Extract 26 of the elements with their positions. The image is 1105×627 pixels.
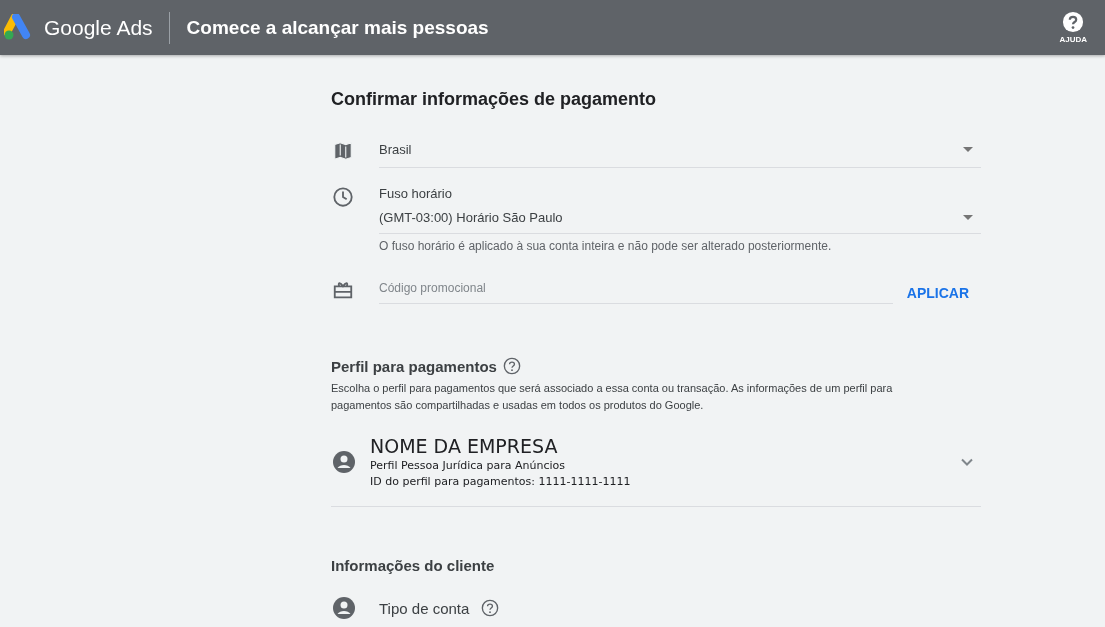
description-text: Escolha o perfil para pagamentos que será associado a essa conta ou transação. As informações de um perfil para pagamentos são compartilhadas e usadas em todos os produtos do Google. [331, 381, 894, 413]
section-title: Informações do cliente [331, 557, 496, 574]
field-label: Tipo de conta [379, 599, 470, 617]
field-label: Fuso horário [379, 186, 453, 201]
promo-code-field[interactable]: Código promocional [379, 276, 893, 304]
section-title: Perfil para pagamentos [331, 357, 497, 375]
map-icon [332, 140, 354, 162]
country-select[interactable]: Brasil [379, 140, 981, 168]
gift-icon [332, 279, 354, 301]
payment-profile-selector[interactable]: NOME DA EMPRESA Perfil Pessoa Jurídica para Anúncios ID do perfil para pagamentos: 1111-1111-1111 [331, 414, 981, 507]
brand-name: Google Ads [44, 15, 153, 40]
help-icon [1062, 11, 1085, 33]
help-button[interactable]: AJUDA [1059, 11, 1101, 44]
company-name: NOME DA EMPRESA [370, 434, 559, 458]
section-title: Confirmar informações de pagamento [331, 89, 658, 110]
clock-icon [332, 186, 354, 208]
account-icon [332, 450, 356, 474]
profile-type: Perfil Pessoa Jurídica para Anúncios [370, 458, 567, 474]
timezone-select[interactable]: (GMT-03:00) Horário São Paulo [379, 208, 981, 234]
apply-button[interactable]: APLICAR [894, 279, 981, 307]
profile-id: ID do perfil para pagamentos: 1111-1111-1111 [370, 474, 632, 490]
hint-text: O fuso horário é aplicado à sua conta inteira e não pode ser alterado posteriormente. [379, 239, 833, 253]
help-icon[interactable] [502, 357, 521, 375]
help-icon[interactable] [481, 599, 500, 617]
account-icon [332, 596, 356, 620]
page-title: Comece a alcançar mais pessoas [186, 16, 489, 39]
